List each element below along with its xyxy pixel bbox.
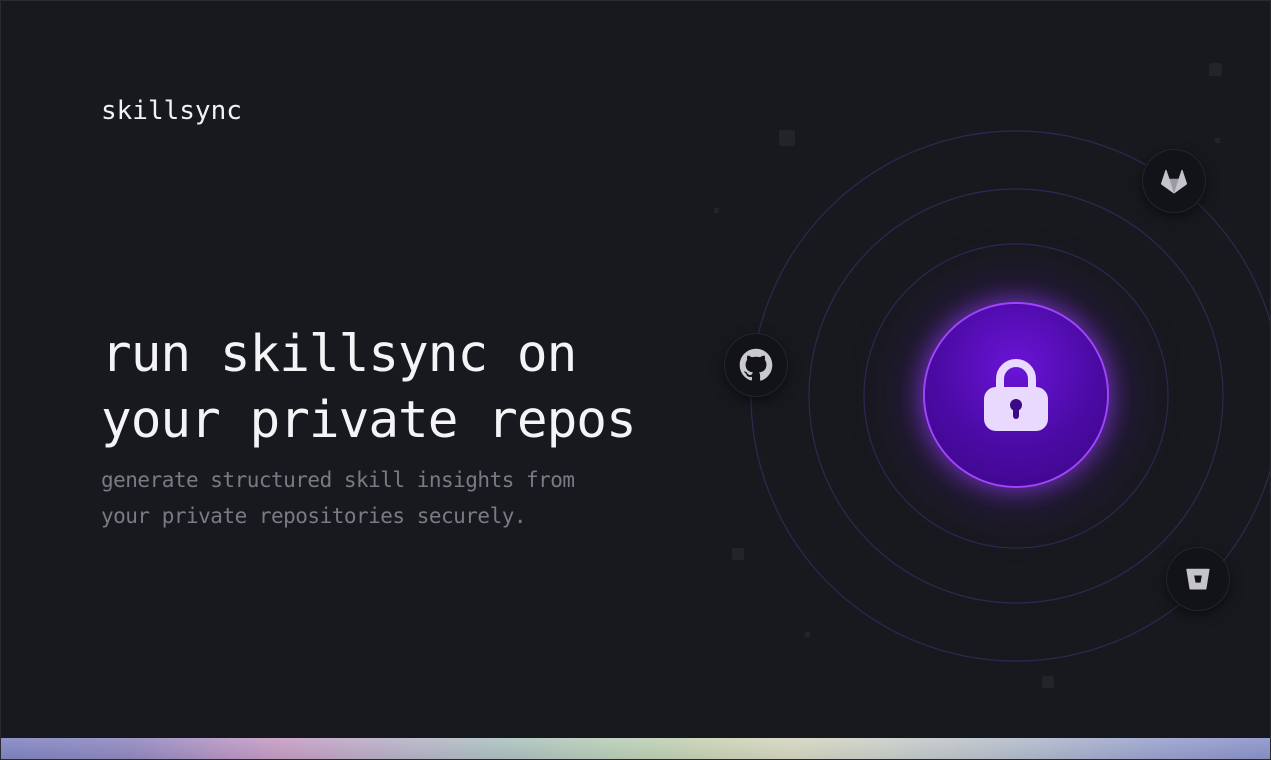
brand-logo-text[interactable]: skillsync xyxy=(101,96,242,126)
hero-headline: run skillsync on your private repos xyxy=(101,322,741,454)
github-icon xyxy=(739,348,773,381)
hero-headline-line-2: your private repos xyxy=(101,391,637,450)
decor-square xyxy=(1209,63,1222,76)
footer-gradient-bar xyxy=(0,738,1271,760)
hero-subline-line-2: your private repositories securely. xyxy=(101,504,527,528)
gitlab-icon xyxy=(1161,169,1187,194)
hero-headline-line-1: run skillsync on xyxy=(101,325,577,384)
decor-square xyxy=(805,632,810,637)
lock-icon xyxy=(984,359,1048,431)
decor-square xyxy=(732,548,744,560)
bitbucket-badge[interactable] xyxy=(1167,548,1229,610)
gitlab-badge[interactable] xyxy=(1143,150,1205,212)
decor-square xyxy=(1042,676,1054,688)
decor-square xyxy=(1215,138,1220,143)
page: skillsync run skillsync on your private … xyxy=(0,0,1271,760)
hero-subline-line-1: generate structured skill insights from xyxy=(101,468,575,492)
github-badge[interactable] xyxy=(725,334,787,396)
hero-subline: generate structured skill insights from … xyxy=(101,462,721,534)
decor-square xyxy=(779,130,795,146)
decor-square xyxy=(714,208,719,213)
lock-orb xyxy=(925,304,1107,486)
bitbucket-icon xyxy=(1186,568,1210,590)
